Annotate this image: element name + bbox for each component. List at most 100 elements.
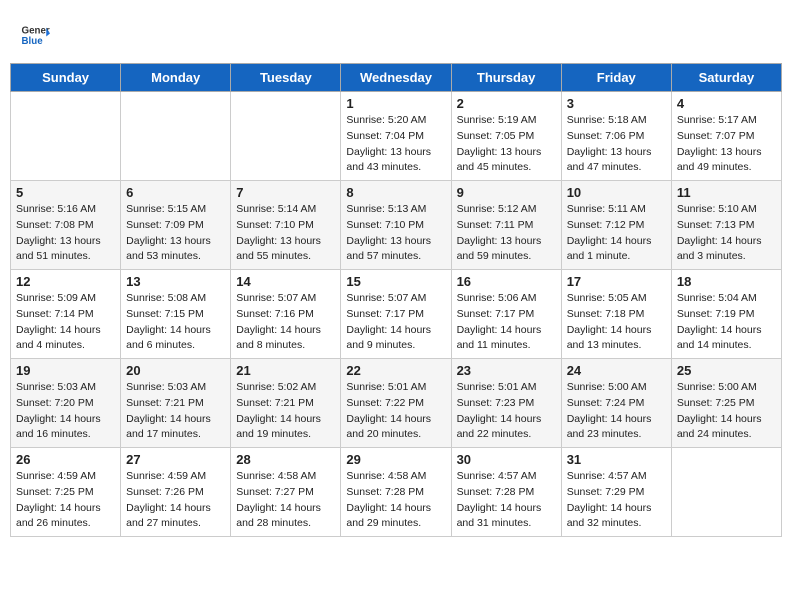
day-info: Sunrise: 5:01 AM Sunset: 7:23 PM Dayligh… <box>457 380 556 443</box>
logo: General Blue <box>20 20 54 50</box>
day-info: Sunrise: 5:04 AM Sunset: 7:19 PM Dayligh… <box>677 291 776 354</box>
calendar-cell: 25 Sunrise: 5:00 AM Sunset: 7:25 PM Dayli… <box>671 359 781 448</box>
svg-text:General: General <box>22 26 51 37</box>
calendar-cell: 17 Sunrise: 5:05 AM Sunset: 7:18 PM Dayli… <box>561 270 671 359</box>
calendar-cell: 23Sunrise: 5:01 AM Sunset: 7:23 PM Dayli… <box>451 359 561 448</box>
calendar-cell: 15 Sunrise: 5:07 AM Sunset: 7:17 PM Dayli… <box>341 270 451 359</box>
day-info: Sunrise: 5:01 AM Sunset: 7:22 PM Dayligh… <box>346 380 445 443</box>
day-info: Sunrise: 5:00 AM Sunset: 7:25 PM Dayligh… <box>677 380 776 443</box>
calendar-cell <box>11 92 121 181</box>
calendar-cell: 24Sunrise: 5:00 AM Sunset: 7:24 PM Dayli… <box>561 359 671 448</box>
day-info: Sunrise: 5:09 AM Sunset: 7:14 PM Dayligh… <box>16 291 115 354</box>
calendar-cell: 2 Sunrise: 5:19 AM Sunset: 7:05 PM Daylig… <box>451 92 561 181</box>
day-info: Sunrise: 5:14 AM Sunset: 7:10 PM Dayligh… <box>236 202 335 265</box>
day-info: Sunrise: 5:18 AM Sunset: 7:06 PM Dayligh… <box>567 113 666 176</box>
day-number: 26 <box>16 452 115 467</box>
day-number: 22 <box>346 363 445 378</box>
day-number: 6 <box>126 185 225 200</box>
day-info: Sunrise: 4:59 AM Sunset: 7:26 PM Dayligh… <box>126 469 225 532</box>
svg-text:Blue: Blue <box>22 36 44 47</box>
day-info: Sunrise: 5:07 AM Sunset: 7:17 PM Dayligh… <box>346 291 445 354</box>
weekday-header-saturday: Saturday <box>671 64 781 92</box>
day-info: Sunrise: 5:07 AM Sunset: 7:16 PM Dayligh… <box>236 291 335 354</box>
day-number: 31 <box>567 452 666 467</box>
day-number: 15 <box>346 274 445 289</box>
day-number: 19 <box>16 363 115 378</box>
calendar-cell: 5 Sunrise: 5:16 AM Sunset: 7:08 PM Daylig… <box>11 181 121 270</box>
calendar-cell: 21 Sunrise: 5:02 AM Sunset: 7:21 PM Dayli… <box>231 359 341 448</box>
logo-icon: General Blue <box>20 20 50 50</box>
day-number: 21 <box>236 363 335 378</box>
calendar-cell: 6 Sunrise: 5:15 AM Sunset: 7:09 PM Daylig… <box>121 181 231 270</box>
calendar-cell <box>121 92 231 181</box>
day-info: Sunrise: 5:20 AM Sunset: 7:04 PM Dayligh… <box>346 113 445 176</box>
calendar-cell: 31 Sunrise: 4:57 AM Sunset: 7:29 PM Dayli… <box>561 448 671 537</box>
calendar-cell: 13 Sunrise: 5:08 AM Sunset: 7:15 PM Dayli… <box>121 270 231 359</box>
day-info: Sunrise: 5:06 AM Sunset: 7:17 PM Dayligh… <box>457 291 556 354</box>
day-info: Sunrise: 5:11 AM Sunset: 7:12 PM Dayligh… <box>567 202 666 265</box>
day-info: Sunrise: 5:17 AM Sunset: 7:07 PM Dayligh… <box>677 113 776 176</box>
day-number: 17 <box>567 274 666 289</box>
day-number: 4 <box>677 96 776 111</box>
calendar-cell <box>671 448 781 537</box>
day-info: Sunrise: 4:58 AM Sunset: 7:27 PM Dayligh… <box>236 469 335 532</box>
day-number: 9 <box>457 185 556 200</box>
day-number: 29 <box>346 452 445 467</box>
day-info: Sunrise: 5:08 AM Sunset: 7:15 PM Dayligh… <box>126 291 225 354</box>
day-info: Sunrise: 4:58 AM Sunset: 7:28 PM Dayligh… <box>346 469 445 532</box>
day-number: 11 <box>677 185 776 200</box>
day-number: 2 <box>457 96 556 111</box>
calendar-cell: 12Sunrise: 5:09 AM Sunset: 7:14 PM Dayli… <box>11 270 121 359</box>
calendar-cell: 29 Sunrise: 4:58 AM Sunset: 7:28 PM Dayli… <box>341 448 451 537</box>
day-info: Sunrise: 5:02 AM Sunset: 7:21 PM Dayligh… <box>236 380 335 443</box>
weekday-header-thursday: Thursday <box>451 64 561 92</box>
day-info: Sunrise: 4:59 AM Sunset: 7:25 PM Dayligh… <box>16 469 115 532</box>
calendar-cell: 20 Sunrise: 5:03 AM Sunset: 7:21 PM Dayli… <box>121 359 231 448</box>
calendar-cell: 10 Sunrise: 5:11 AM Sunset: 7:12 PM Dayli… <box>561 181 671 270</box>
calendar-cell: 4 Sunrise: 5:17 AM Sunset: 7:07 PM Daylig… <box>671 92 781 181</box>
day-number: 5 <box>16 185 115 200</box>
weekday-header-wednesday: Wednesday <box>341 64 451 92</box>
day-info: Sunrise: 5:19 AM Sunset: 7:05 PM Dayligh… <box>457 113 556 176</box>
day-number: 7 <box>236 185 335 200</box>
calendar-cell: 3 Sunrise: 5:18 AM Sunset: 7:06 PM Daylig… <box>561 92 671 181</box>
day-info: Sunrise: 4:57 AM Sunset: 7:28 PM Dayligh… <box>457 469 556 532</box>
weekday-header-tuesday: Tuesday <box>231 64 341 92</box>
day-number: 20 <box>126 363 225 378</box>
calendar-cell: 16Sunrise: 5:06 AM Sunset: 7:17 PM Dayli… <box>451 270 561 359</box>
day-number: 30 <box>457 452 556 467</box>
day-number: 25 <box>677 363 776 378</box>
weekday-header-sunday: Sunday <box>11 64 121 92</box>
calendar-cell: 19 Sunrise: 5:03 AM Sunset: 7:20 PM Dayli… <box>11 359 121 448</box>
day-info: Sunrise: 5:05 AM Sunset: 7:18 PM Dayligh… <box>567 291 666 354</box>
day-info: Sunrise: 5:15 AM Sunset: 7:09 PM Dayligh… <box>126 202 225 265</box>
calendar-cell: 14 Sunrise: 5:07 AM Sunset: 7:16 PM Dayli… <box>231 270 341 359</box>
calendar-cell: 11 Sunrise: 5:10 AM Sunset: 7:13 PM Dayli… <box>671 181 781 270</box>
day-number: 1 <box>346 96 445 111</box>
calendar-cell: 22 Sunrise: 5:01 AM Sunset: 7:22 PM Dayli… <box>341 359 451 448</box>
calendar-table: SundayMondayTuesdayWednesdayThursdayFrid… <box>10 63 782 537</box>
day-number: 3 <box>567 96 666 111</box>
calendar-cell: 26 Sunrise: 4:59 AM Sunset: 7:25 PM Dayli… <box>11 448 121 537</box>
weekday-header-monday: Monday <box>121 64 231 92</box>
day-number: 13 <box>126 274 225 289</box>
day-info: Sunrise: 5:00 AM Sunset: 7:24 PM Dayligh… <box>567 380 666 443</box>
day-number: 10 <box>567 185 666 200</box>
calendar-cell: 27Sunrise: 4:59 AM Sunset: 7:26 PM Dayli… <box>121 448 231 537</box>
day-info: Sunrise: 5:16 AM Sunset: 7:08 PM Dayligh… <box>16 202 115 265</box>
day-number: 14 <box>236 274 335 289</box>
page-header: General Blue <box>10 10 782 55</box>
calendar-cell: 7 Sunrise: 5:14 AM Sunset: 7:10 PM Daylig… <box>231 181 341 270</box>
day-info: Sunrise: 5:10 AM Sunset: 7:13 PM Dayligh… <box>677 202 776 265</box>
day-info: Sunrise: 4:57 AM Sunset: 7:29 PM Dayligh… <box>567 469 666 532</box>
day-info: Sunrise: 5:13 AM Sunset: 7:10 PM Dayligh… <box>346 202 445 265</box>
day-number: 8 <box>346 185 445 200</box>
calendar-cell: 8 Sunrise: 5:13 AM Sunset: 7:10 PM Daylig… <box>341 181 451 270</box>
day-info: Sunrise: 5:03 AM Sunset: 7:21 PM Dayligh… <box>126 380 225 443</box>
calendar-cell <box>231 92 341 181</box>
calendar-cell: 30 Sunrise: 4:57 AM Sunset: 7:28 PM Dayli… <box>451 448 561 537</box>
weekday-header-friday: Friday <box>561 64 671 92</box>
calendar-cell: 9Sunrise: 5:12 AM Sunset: 7:11 PM Daylig… <box>451 181 561 270</box>
calendar-cell: 1 Sunrise: 5:20 AM Sunset: 7:04 PM Daylig… <box>341 92 451 181</box>
day-info: Sunrise: 5:03 AM Sunset: 7:20 PM Dayligh… <box>16 380 115 443</box>
